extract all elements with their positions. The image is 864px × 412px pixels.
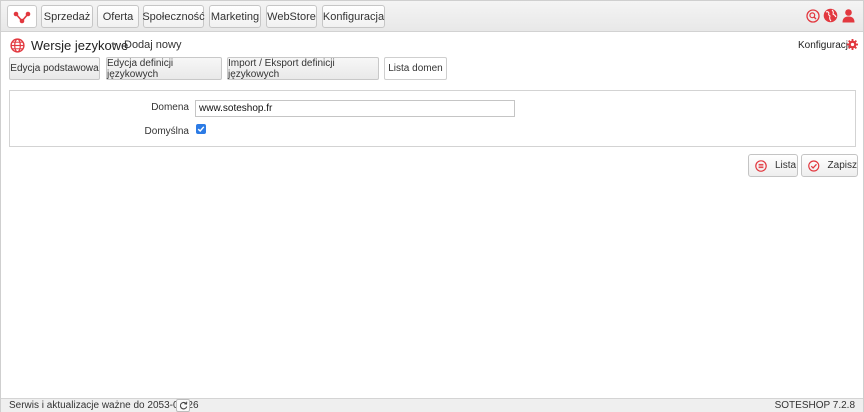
nav-label: Oferta xyxy=(102,10,134,23)
tab-label: Lista domen xyxy=(388,63,443,74)
tab-import-eksport[interactable]: Import / Eksport definicji językowych xyxy=(227,57,379,80)
tab-edycja-podstawowa[interactable]: Edycja podstawowa xyxy=(9,57,100,80)
default-checkbox[interactable] xyxy=(196,124,206,134)
nav-webstore[interactable]: WebStore xyxy=(266,5,317,28)
globe-icon[interactable] xyxy=(823,8,838,23)
top-navigation-bar: Sprzedaż Oferta Społeczność Marketing We… xyxy=(1,1,863,32)
logo-button[interactable] xyxy=(7,5,37,28)
list-icon xyxy=(755,159,767,172)
nav-sprzedaz[interactable]: Sprzedaż xyxy=(41,5,93,28)
nav-label: WebStore xyxy=(267,10,316,23)
language-globe-icon xyxy=(10,38,25,53)
nav-label: Konfiguracja xyxy=(322,10,385,23)
default-label: Domyślna xyxy=(144,126,189,137)
checkmark-icon xyxy=(197,126,205,133)
refresh-icon xyxy=(179,401,187,410)
breadcrumb-separator-icon: ► xyxy=(111,41,118,48)
nav-label: Społeczność xyxy=(142,10,205,23)
search-icon[interactable] xyxy=(805,8,820,23)
soteshop-logo-icon xyxy=(13,11,31,23)
tab-lista-domen[interactable]: Lista domen xyxy=(384,57,447,80)
gear-icon[interactable] xyxy=(847,39,858,50)
tab-label: Edycja definicji językowych xyxy=(107,57,174,80)
save-button-label: Zapisz xyxy=(827,160,857,171)
nav-marketing[interactable]: Marketing xyxy=(209,5,261,28)
domain-label: Domena xyxy=(151,102,189,113)
user-icon[interactable] xyxy=(841,8,856,23)
tab-edycja-definicji[interactable]: Edycja definicji językowych xyxy=(106,57,222,80)
nav-label: Marketing xyxy=(210,10,260,23)
nav-label: Sprzedaż xyxy=(43,10,91,23)
tab-label: Edycja podstawowa xyxy=(10,63,99,74)
breadcrumb-current: Dodaj nowy xyxy=(124,39,182,51)
service-expiry-text: Serwis i aktualizacje ważne do 2053-08-2… xyxy=(9,400,199,411)
list-button[interactable]: Lista xyxy=(748,154,798,177)
refresh-button[interactable] xyxy=(176,399,190,412)
check-circle-icon xyxy=(808,159,820,172)
nav-spolecznosc[interactable]: Społeczność xyxy=(142,5,205,28)
nav-oferta[interactable]: Oferta xyxy=(97,5,139,28)
status-footer: Serwis i aktualizacje ważne do 2053-08-2… xyxy=(1,398,863,412)
form-panel xyxy=(9,90,856,147)
save-button[interactable]: Zapisz xyxy=(801,154,858,177)
domain-input[interactable] xyxy=(195,100,515,117)
nav-konfiguracja[interactable]: Konfiguracja xyxy=(322,5,385,28)
list-button-label: Lista xyxy=(775,160,797,171)
tab-label: Import / Eksport definicji językowych xyxy=(228,57,335,80)
version-label: SOTESHOP 7.2.8 xyxy=(774,400,855,411)
configuration-link[interactable]: Konfiguracja xyxy=(798,40,854,51)
